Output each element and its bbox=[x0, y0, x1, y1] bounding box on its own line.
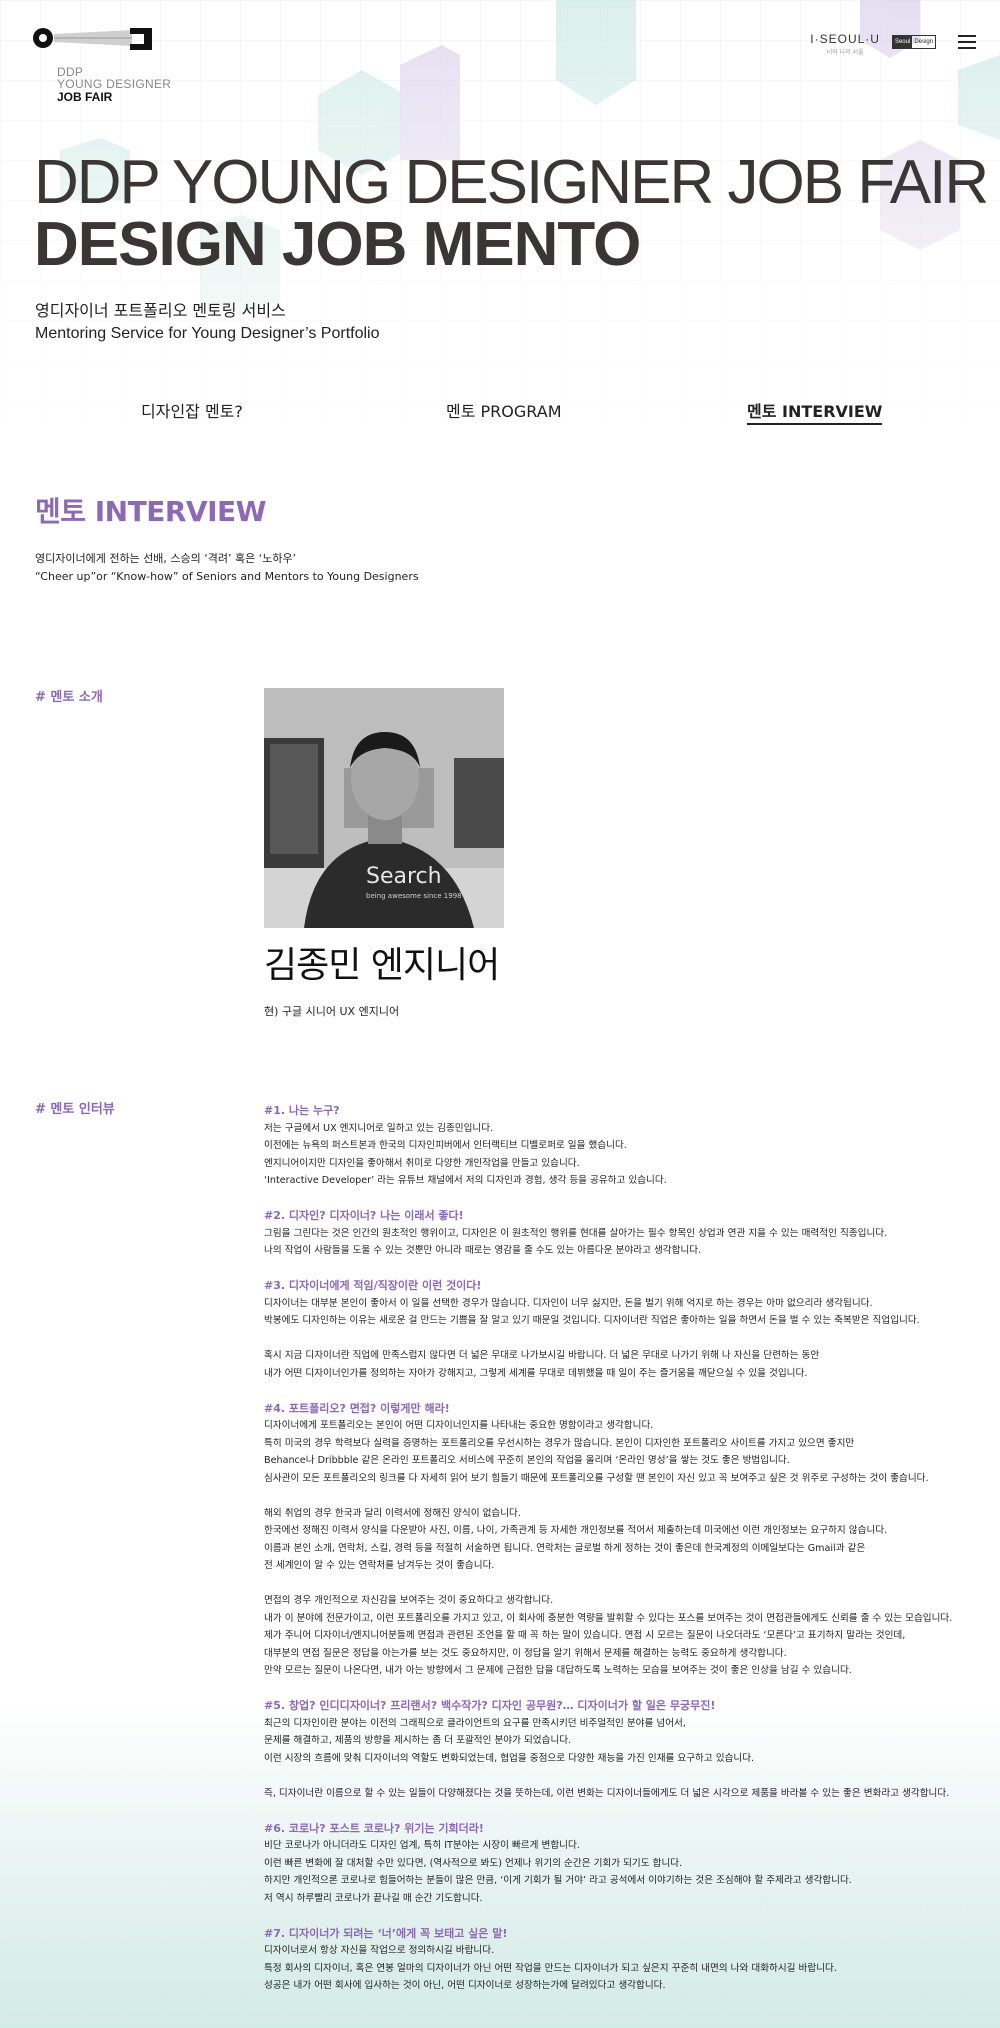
hero-subtitle-en: Mentoring Service for Young Designer’s P… bbox=[35, 325, 380, 342]
interview-answer-line: 내가 어떤 디자이너인가를 정의하는 자아가 강해지고, 그렇게 세계를 무대로… bbox=[264, 1367, 808, 1379]
tab-mentor-intro[interactable]: 디자인잡 멘토? bbox=[141, 398, 243, 422]
interview-answer-line: 대부분의 면접 질문은 정답을 아는가를 보는 것도 중요하지만, 이 정답을 … bbox=[264, 1647, 787, 1659]
mentor-photo: Search being awesome since 1998 bbox=[264, 688, 504, 928]
header-right: I·SEOUL·U 너와 나의 서울 Seoul Design bbox=[810, 28, 976, 56]
interview-answer-line: 제가 주니어 디자이너/엔지니어분들께 면접과 관련된 조언을 할 때 꼭 하는… bbox=[264, 1630, 906, 1641]
iseoulu-text: I·SEOUL·U bbox=[810, 32, 880, 46]
interview-answer-line: 이런 빠른 변화에 잘 대처할 수만 있다면, (역사적으로 봐도) 언제나 위… bbox=[264, 1857, 683, 1869]
badge-left: Seoul bbox=[892, 36, 913, 48]
hamburger-icon[interactable] bbox=[958, 35, 976, 49]
interview-answer-line: 저 역시 하루빨리 코로나가 끝나길 매 순간 기도합니다. bbox=[264, 1892, 483, 1904]
interview-answer-line: 특히 미국의 경우 학력보다 실력을 증명하는 포트폴리오를 우선시하는 경우가… bbox=[264, 1437, 855, 1449]
section-desc-ko: 영디자이너에게 전하는 선배, 스승의 ‘격려’ 혹은 ‘노하우’ bbox=[35, 552, 297, 565]
interview-answer-line: ‘Interactive Developer’ 라는 유튜브 채널에서 저의 디… bbox=[264, 1175, 667, 1186]
interview-answer-line: 저는 구글에서 UX 엔지니어로 일하고 있는 김종민입니다. bbox=[264, 1122, 494, 1134]
interview-question: #2. 디자인? 디자이너? 나는 이래서 좋다! bbox=[264, 1209, 464, 1222]
mentor-portrait: Search being awesome since 1998 bbox=[264, 688, 504, 928]
interview-block: #2. 디자인? 디자이너? 나는 이래서 좋다! 그림을 그린다는 것은 인간의… bbox=[264, 1207, 984, 1277]
interview-content: #1. 나는 누구? 저는 구글에서 UX 엔지니어로 일하고 있는 김종민입니다… bbox=[264, 1102, 984, 1995]
interview-answer-line: 나의 작업이 사람들을 도울 수 있는 것뿐만 아니라 때로는 영감을 줄 수도… bbox=[264, 1245, 702, 1256]
interview-answer-line: 이름과 본인 소개, 연락처, 스킬, 경력 등을 적절히 서술하면 됩니다. … bbox=[264, 1542, 866, 1554]
tab-mentor-program[interactable]: 멘토 PROGRAM bbox=[446, 398, 562, 422]
interview-answer-line: 이전에는 뉴욕의 퍼스트본과 한국의 디자인피버에서 인터랙티브 디벨로퍼로 일… bbox=[264, 1140, 627, 1151]
interview-answer-line: 즉, 디자이너란 이름으로 할 수 있는 일들이 다양해졌다는 것을 뜻하는데,… bbox=[264, 1787, 950, 1799]
interview-answer-line: 성공은 내가 어떤 회사에 입사하는 것이 아닌, 어떤 디자이너로 성장하는가… bbox=[264, 1980, 666, 1991]
interview-answer-line: 박봉에도 디자인하는 이유는 새로운 걸 만드는 기쁨을 잘 알고 있기 때문일… bbox=[264, 1315, 920, 1326]
interview-answer-line: 문제를 해결하고, 제품의 방향을 제시하는 좀 더 포괄적인 분야가 되었습니… bbox=[264, 1735, 572, 1746]
hero-title-line-1: DDP YOUNG DESIGNER JOB FAIR bbox=[34, 148, 989, 217]
hero-title-line-2: DESIGN JOB MENTO bbox=[34, 210, 641, 279]
logo-text: DDP YOUNG DESIGNER JOB FAIR bbox=[57, 66, 171, 103]
interview-answer-line: 만약 모르는 질문이 나온다면, 내가 아는 방향에서 그 문제에 근접한 답을… bbox=[264, 1665, 852, 1676]
block-gap bbox=[264, 1802, 984, 1820]
interview-answer-line: 내가 이 분야에 전문가이고, 이런 포트폴리오를 가지고 있고, 이 회사에 … bbox=[264, 1612, 953, 1624]
interview-block: #1. 나는 누구? 저는 구글에서 UX 엔지니어로 일하고 있는 김종민입니다… bbox=[264, 1102, 984, 1207]
interview-answer-line: 그림을 그린다는 것은 인간의 원초적인 행위이고, 디자인은 이 원초적인 행… bbox=[264, 1227, 888, 1239]
interview-block: #6. 코로나? 포스트 코로나? 위기는 기회더라! 비단 코로나가 아니더라도… bbox=[264, 1820, 984, 1925]
interview-block: #4. 포트폴리오? 면접? 이렇게만 해라! 디자이너에게 포트폴리오는 본인이… bbox=[264, 1400, 984, 1698]
interview-question: #1. 나는 누구? bbox=[264, 1104, 340, 1117]
block-gap bbox=[264, 1907, 984, 1925]
interview-question: #6. 코로나? 포스트 코로나? 위기는 기회더라! bbox=[264, 1821, 484, 1835]
logo-mark bbox=[33, 28, 152, 50]
logo-line-3: JOB FAIR bbox=[57, 90, 113, 104]
interview-answer-line: 특정 회사의 디자이너, 혹은 연봉 얼마의 디자이너가 아닌 어떤 작업을 만… bbox=[264, 1962, 837, 1974]
interview-question: #4. 포트폴리오? 면접? 이렇게만 해라! bbox=[264, 1401, 450, 1415]
logo-line-2: YOUNG DESIGNER bbox=[57, 77, 172, 91]
mentor-role: 현) 구글 시니어 UX 엔지니어 bbox=[264, 1005, 400, 1018]
tab-bar: 디자인잡 멘토? 멘토 PROGRAM 멘토 INTERVIEW bbox=[0, 398, 1000, 428]
page: DDP YOUNG DESIGNER JOB FAIR I·SEOUL·U 너와… bbox=[0, 0, 1000, 2028]
interview-block: #3. 디자이너에게 적임/직장이란 이런 것이다! 디자이너는 대부분 본인이 … bbox=[264, 1277, 984, 1400]
interview-block: #7. 디자이너가 되려는 ‘너’에게 꼭 보태고 싶은 말! 디자이너로서 항상… bbox=[264, 1925, 984, 1995]
interview-answer-line: 디자이너는 대부분 본인이 좋아서 이 일을 선택한 경우가 많습니다. 디자인… bbox=[264, 1297, 873, 1309]
mentor-name: 김종민 엔지니어 bbox=[264, 945, 500, 986]
block-gap bbox=[264, 1190, 984, 1208]
interview-answer-line: 최근의 디자인이란 분야는 이전의 그래픽으로 클라이언트의 요구를 만족시키던… bbox=[264, 1717, 686, 1729]
section-title: 멘토 INTERVIEW bbox=[35, 495, 267, 528]
interview-answer-line: 전 세계인이 알 수 있는 연락처를 남겨두는 것이 좋습니다. bbox=[264, 1560, 495, 1571]
interview-answer-line: 한국에선 정해진 이력서 양식을 다운받아 사진, 이름, 나이, 가족관계 등… bbox=[264, 1525, 888, 1536]
seoul-design-logo[interactable]: Seoul Design bbox=[891, 35, 936, 49]
interview-answer-line: Behance나 Dribbble 같은 온라인 포트폴리오 서비스에 꾸준히 … bbox=[264, 1455, 790, 1466]
section-description: 영디자이너에게 전하는 선배, 스승의 ‘격려’ 혹은 ‘노하우’ “Cheer… bbox=[35, 550, 419, 586]
interview-answer-line: 디자이너에게 포트폴리오는 본인이 어떤 디자이너인지를 나타내는 중요한 명함… bbox=[264, 1420, 654, 1431]
interview-block: #5. 창업? 인디디자이너? 프리랜서? 백수작가? 디자인 공무원?… 디자… bbox=[264, 1697, 984, 1820]
shirt-text: Search bbox=[366, 864, 442, 889]
interview-answer-line: 혹시 지금 디자이너란 직업에 만족스럽지 않다면 더 넓은 무대로 나가보시길… bbox=[264, 1350, 820, 1361]
block-gap bbox=[264, 1260, 984, 1278]
ddp-logo[interactable]: DDP YOUNG DESIGNER JOB FAIR bbox=[32, 26, 182, 103]
interview-question: #3. 디자이너에게 적임/직장이란 이런 것이다! bbox=[264, 1279, 482, 1292]
interview-question: #5. 창업? 인디디자이너? 프리랜서? 백수작가? 디자인 공무원?… 디자… bbox=[264, 1699, 716, 1712]
iseoulu-logo[interactable]: I·SEOUL·U 너와 나의 서울 bbox=[810, 28, 880, 56]
tab-mentor-interview[interactable]: 멘토 INTERVIEW bbox=[747, 398, 883, 425]
hero-subtitle-ko: 영디자이너 포트폴리오 멘토링 서비스 bbox=[35, 301, 286, 320]
block-gap bbox=[264, 1680, 984, 1698]
iseoulu-subtext: 너와 나의 서울 bbox=[826, 49, 864, 56]
interview-question: #7. 디자이너가 되려는 ‘너’에게 꼭 보태고 싶은 말! bbox=[264, 1926, 508, 1940]
interview-answer-line: 이런 시장의 흐름에 맞춰 디자이너의 역할도 변화되었는데, 협업을 중점으로… bbox=[264, 1752, 755, 1764]
mentor-interview-label: # 멘토 인터뷰 bbox=[35, 1102, 115, 1117]
interview-answer-line: 해외 취업의 경우 한국과 달리 이력서에 정해진 양식이 없습니다. bbox=[264, 1507, 521, 1519]
shirt-subtext: being awesome since 1998 bbox=[366, 892, 462, 900]
section-desc-en: “Cheer up”or “Know-how” of Seniors and M… bbox=[35, 570, 419, 583]
block-gap bbox=[264, 1382, 984, 1400]
interview-answer-line: 하지만 개인적으론 코로나로 힘들어하는 분들이 많은 만큼, ‘이게 기회가 … bbox=[264, 1875, 852, 1886]
interview-answer-line: 면접의 경우 개인적으로 자신감을 보여주는 것이 중요하다고 생각합니다. bbox=[264, 1595, 554, 1606]
interview-answer-line: 엔지니어이지만 디자인을 좋아해서 취미로 다양한 개인작업을 만들고 있습니다… bbox=[264, 1157, 580, 1169]
interview-answer-line: 비단 코로나가 아니더라도 디자인 업계, 특히 IT분야는 시장이 빠르게 변… bbox=[264, 1840, 580, 1851]
interview-answer-line: 디자이너로서 항상 자신을 작업으로 정의하시길 바랍니다. bbox=[264, 1945, 495, 1956]
mentor-intro-label: # 멘토 소개 bbox=[35, 690, 103, 705]
interview-answer-line: 심사관이 모든 포트폴리오의 링크를 다 자세히 읽어 보기 힘들기 때문에 포… bbox=[264, 1472, 929, 1484]
badge-right: Design bbox=[914, 39, 933, 45]
